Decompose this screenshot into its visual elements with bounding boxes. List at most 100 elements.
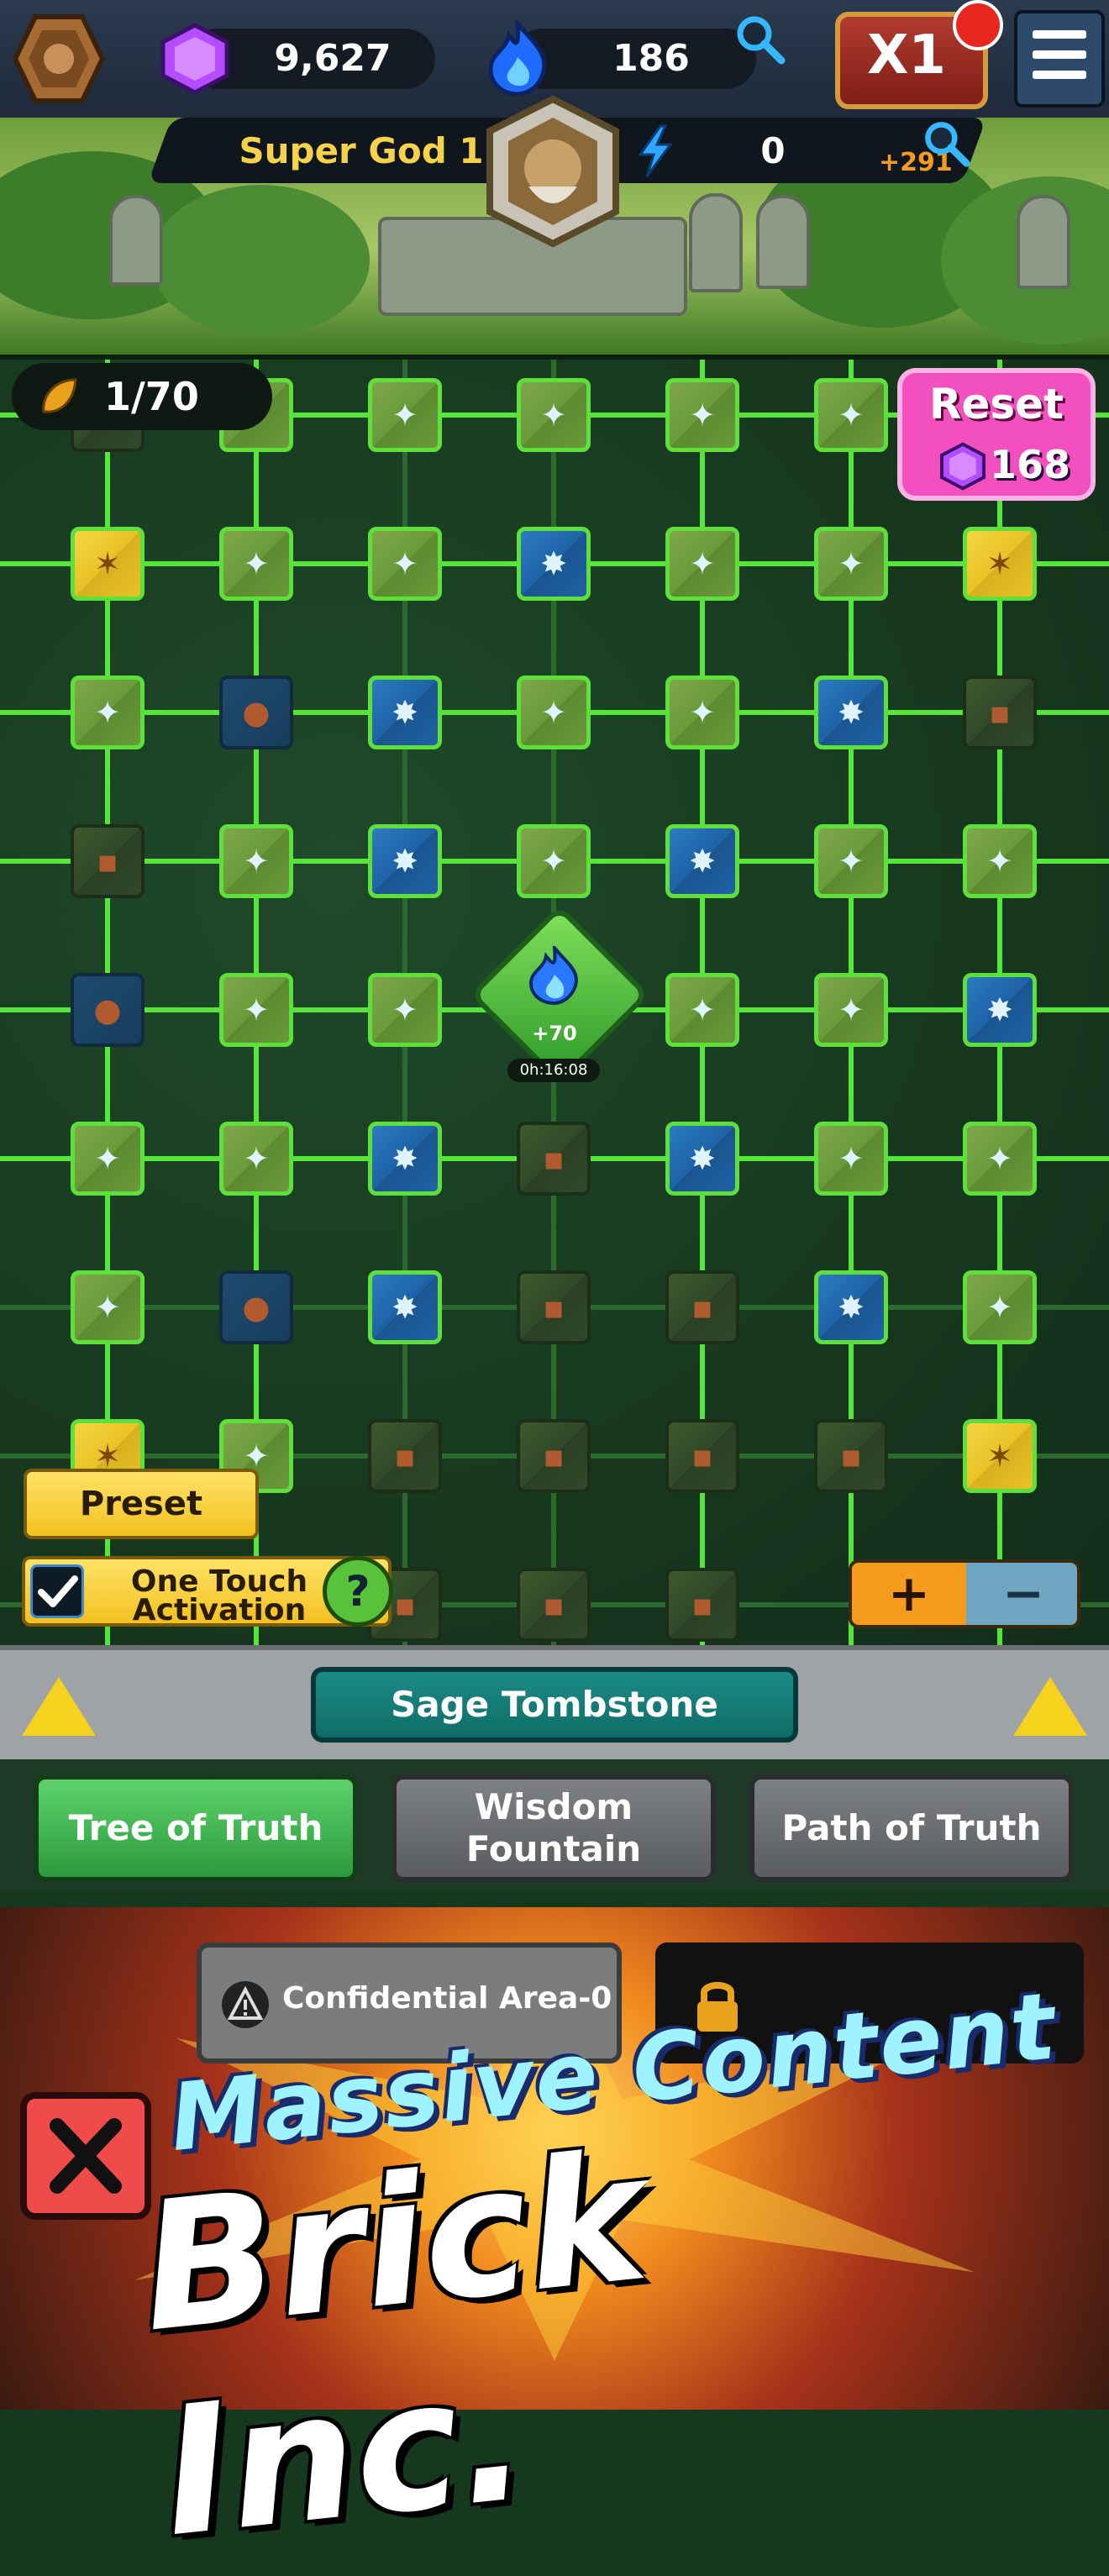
tab-wisdom-fountain[interactable]: Wisdom Fountain <box>392 1774 716 1882</box>
skill-node-icon: ✦ <box>392 397 418 434</box>
skill-node-icon: ✸ <box>392 694 418 731</box>
skill-node[interactable]: ✦ <box>368 527 442 601</box>
gem-icon <box>160 22 230 96</box>
skill-node-icon: ✸ <box>838 1289 865 1326</box>
skill-node[interactable]: ✦ <box>517 676 591 749</box>
tab-path-of-truth[interactable]: Path of Truth <box>749 1774 1074 1882</box>
reset-button[interactable]: Reset 168 <box>897 368 1096 501</box>
reset-gem-icon <box>939 442 986 491</box>
skill-node-icon: ● <box>242 1289 271 1326</box>
skill-node[interactable]: ▪ <box>368 1419 442 1493</box>
skill-node[interactable]: ▪ <box>814 1419 888 1493</box>
skill-node[interactable]: ✦ <box>665 527 739 601</box>
skill-node[interactable]: ✦ <box>665 378 739 452</box>
god-portrait-icon[interactable] <box>481 94 624 249</box>
skill-node[interactable]: ✶ <box>71 527 145 601</box>
skill-node[interactable]: ▪ <box>665 1568 739 1642</box>
skill-node[interactable]: ✦ <box>814 1122 888 1196</box>
hamburger-line-icon <box>1033 50 1086 59</box>
skill-node[interactable]: ✦ <box>665 676 739 749</box>
skill-node[interactable]: ▪ <box>71 824 145 898</box>
skill-node-icon: ✦ <box>689 397 716 434</box>
help-button[interactable]: ? <box>323 1556 393 1627</box>
skill-node[interactable]: ✦ <box>368 973 442 1047</box>
skill-node[interactable]: ✦ <box>963 1270 1037 1344</box>
skill-node[interactable]: ✶ <box>963 1419 1037 1493</box>
skill-node[interactable]: ▪ <box>517 1419 591 1493</box>
lightning-icon <box>635 124 675 178</box>
skill-node[interactable]: ✦ <box>219 527 293 601</box>
skill-node[interactable]: ✦ <box>963 1122 1037 1196</box>
skill-node[interactable]: ✸ <box>814 676 888 749</box>
skill-node-icon: ✦ <box>392 991 418 1028</box>
seed-count: 1/70 <box>104 374 199 419</box>
skill-node-icon: ✸ <box>540 545 567 582</box>
skill-node[interactable]: ✸ <box>368 676 442 749</box>
skill-node-icon: ✦ <box>689 991 716 1028</box>
skill-node-icon: ✦ <box>94 694 121 731</box>
zoom-out-button[interactable]: − <box>966 1563 1077 1625</box>
energy-search-icon[interactable] <box>921 118 971 168</box>
flame-search-icon[interactable] <box>733 12 786 66</box>
skill-node[interactable]: ✦ <box>517 378 591 452</box>
skill-node[interactable]: ✦ <box>219 824 293 898</box>
zoom-in-button[interactable]: + <box>852 1563 966 1625</box>
skill-node[interactable]: ✸ <box>368 824 442 898</box>
skill-node[interactable]: ✦ <box>665 973 739 1047</box>
skill-node[interactable]: ✸ <box>665 1122 739 1196</box>
skill-node-icon: ✦ <box>392 545 418 582</box>
skill-node[interactable]: ✦ <box>517 824 591 898</box>
profile-hex-icon[interactable] <box>12 12 106 106</box>
skill-node[interactable]: ✦ <box>71 676 145 749</box>
close-ad-button[interactable] <box>20 2092 151 2220</box>
skill-node[interactable]: ✶ <box>963 527 1037 601</box>
hamburger-line-icon <box>1033 71 1086 79</box>
skill-node[interactable]: ▪ <box>963 676 1037 749</box>
skill-node[interactable]: ✸ <box>368 1122 442 1196</box>
skill-node-icon: ✦ <box>986 1140 1013 1177</box>
tab-tree-of-truth[interactable]: Tree of Truth <box>34 1774 358 1882</box>
stage-title[interactable]: Sage Tombstone <box>311 1667 798 1743</box>
skill-node[interactable]: ✦ <box>219 973 293 1047</box>
skill-node[interactable]: ✦ <box>814 973 888 1047</box>
skill-node[interactable]: ▪ <box>665 1419 739 1493</box>
skill-node-icon: ▪ <box>989 694 1011 731</box>
skill-node[interactable]: ▪ <box>665 1270 739 1344</box>
skill-node[interactable]: ✸ <box>368 1270 442 1344</box>
skill-node[interactable]: ✸ <box>517 527 591 601</box>
skill-node-icon: ✦ <box>94 1289 121 1326</box>
menu-button[interactable] <box>1014 10 1105 108</box>
previous-stage-arrow-icon[interactable] <box>22 1677 96 1736</box>
skill-node[interactable]: ✦ <box>71 1122 145 1196</box>
next-stage-arrow-icon[interactable] <box>1013 1677 1087 1736</box>
checkmark-icon <box>38 1575 78 1607</box>
skill-node-icon: ✸ <box>392 843 418 880</box>
energy-value: 0 <box>760 130 786 171</box>
skill-node[interactable]: ✦ <box>814 378 888 452</box>
reset-cost: 168 <box>990 442 1071 487</box>
skill-node[interactable]: ▪ <box>517 1122 591 1196</box>
checkbox[interactable] <box>30 1564 84 1618</box>
skill-node-icon: ✦ <box>838 397 865 434</box>
skill-node-icon: ✦ <box>689 694 716 731</box>
skill-node[interactable]: ✦ <box>814 527 888 601</box>
skill-node[interactable]: ● <box>219 1270 293 1344</box>
skill-node-icon: ✦ <box>689 545 716 582</box>
skill-node[interactable]: ✦ <box>814 824 888 898</box>
preset-button[interactable]: Preset <box>24 1469 259 1539</box>
skill-node[interactable]: ✸ <box>814 1270 888 1344</box>
skill-node[interactable]: ▪ <box>517 1568 591 1642</box>
skill-node[interactable]: ✸ <box>963 973 1037 1047</box>
skill-node[interactable]: ✸ <box>665 824 739 898</box>
skill-node[interactable]: ✦ <box>71 1270 145 1344</box>
skill-node-icon: ▪ <box>543 1140 565 1177</box>
skill-node[interactable]: ● <box>71 973 145 1047</box>
skill-node[interactable]: ✦ <box>963 824 1037 898</box>
center-node-timer: 0h:16:08 <box>507 1059 600 1082</box>
skill-node[interactable]: ● <box>219 676 293 749</box>
skill-node[interactable]: ✦ <box>368 378 442 452</box>
skill-node[interactable]: ✦ <box>219 1122 293 1196</box>
skill-node-icon: ✸ <box>689 843 716 880</box>
flame-count: 186 <box>612 37 690 80</box>
skill-node[interactable]: ▪ <box>517 1270 591 1344</box>
